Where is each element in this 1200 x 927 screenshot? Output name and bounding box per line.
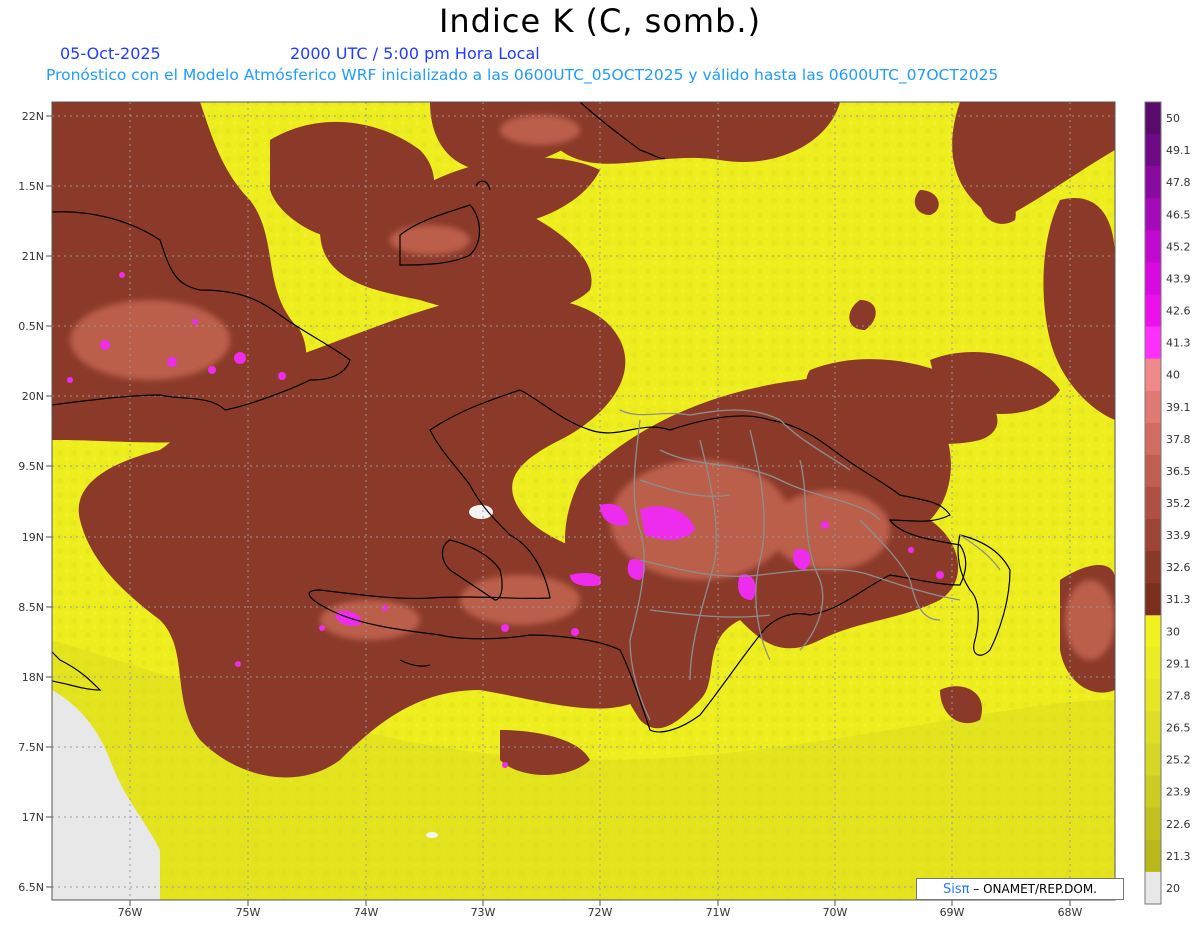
colorbar-label: 47.8 <box>1166 176 1191 189</box>
sispi-logo: Sisπ <box>943 882 970 897</box>
k-index-map: 22N 1.5N 21N 0.5N 20N 9.5N 19N 8.5N 18N 7.5N 17N 6.… <box>18 101 1191 919</box>
colorbar-label: 26.5 <box>1166 722 1191 735</box>
colorbar-label: 20 <box>1166 882 1180 895</box>
colorbar-swatch <box>1145 743 1161 777</box>
colorbar-swatch <box>1145 807 1161 841</box>
colorbar-swatch <box>1145 358 1161 392</box>
lon-label: 70W <box>823 906 848 919</box>
lat-label: 17N <box>22 811 44 824</box>
lon-label: 72W <box>588 906 613 919</box>
lon-label: 75W <box>236 906 261 919</box>
lat-label: 1.5N <box>18 180 44 193</box>
colorbar-label: 22.6 <box>1166 818 1191 831</box>
colorbar-swatch <box>1145 615 1161 648</box>
colorbar-swatch <box>1145 679 1161 713</box>
colorbar-label: 35.2 <box>1166 497 1191 510</box>
lat-label: 0.5N <box>18 320 44 333</box>
colorbar-swatch <box>1145 711 1161 745</box>
colorbar-label: 49.1 <box>1166 144 1191 157</box>
colorbar-label: 29.1 <box>1166 657 1191 670</box>
lat-label: 22N <box>22 110 44 123</box>
colorbar-label: 45.2 <box>1166 240 1191 253</box>
colorbar-label: 31.3 <box>1166 593 1191 606</box>
colorbar-swatch <box>1145 294 1161 328</box>
colorbar-swatch <box>1145 519 1161 552</box>
lat-label: 8.5N <box>18 601 44 614</box>
lon-label: 69W <box>940 906 965 919</box>
colorbar-swatch <box>1145 839 1161 873</box>
colorbar-swatch <box>1145 166 1161 199</box>
lon-label: 68W <box>1058 906 1083 919</box>
lat-label: 21N <box>22 250 44 263</box>
lon-label: 76W <box>118 906 143 919</box>
colorbar-label: 41.3 <box>1166 337 1191 350</box>
colorbar-swatch <box>1145 198 1161 231</box>
colorbar-label: 39.1 <box>1166 401 1191 414</box>
lat-label: 6.5N <box>18 881 44 894</box>
longitude-axis: 76W 75W 74W 73W 72W 71W 70W 69W 68W <box>118 900 1083 919</box>
credit-box: Sisπ – ONAMET/REP.DOM. <box>916 878 1124 900</box>
lat-label: 9.5N <box>18 460 44 473</box>
colorbar-swatch <box>1145 102 1161 135</box>
colorbar-label: 27.8 <box>1166 689 1191 702</box>
lon-label: 71W <box>706 906 731 919</box>
lake <box>469 505 493 519</box>
colorbar-label: 32.6 <box>1166 561 1191 574</box>
colorbar-label: 42.6 <box>1166 305 1191 318</box>
credit-text: – ONAMET/REP.DOM. <box>969 882 1097 896</box>
colorbar-swatch <box>1145 647 1161 680</box>
colorbar-swatch <box>1145 262 1161 295</box>
colorbar-label: 25.2 <box>1166 754 1191 767</box>
colorbar: 50 49.1 47.8 46.5 45.2 43.9 42.6 41.3 40 39.1 37.8… <box>1144 101 1191 905</box>
colorbar-swatch <box>1145 775 1161 809</box>
colorbar-swatch <box>1145 583 1161 616</box>
colorbar-label: 50 <box>1166 112 1180 125</box>
lat-label: 18N <box>22 671 44 684</box>
colorbar-swatch <box>1145 326 1161 360</box>
colorbar-label: 46.5 <box>1166 208 1191 221</box>
colorbar-swatch <box>1145 454 1161 488</box>
lon-label: 74W <box>354 906 379 919</box>
colorbar-swatch <box>1145 390 1161 424</box>
lat-label: 19N <box>22 531 44 544</box>
latitude-axis: 22N 1.5N 21N 0.5N 20N 9.5N 19N 8.5N 18N 7.5N 17N 6.… <box>18 110 52 894</box>
colorbar-swatch <box>1145 230 1161 263</box>
colorbar-swatch <box>1145 871 1161 905</box>
lat-label: 20N <box>22 390 44 403</box>
colorbar-label: 23.9 <box>1166 786 1191 799</box>
colorbar-label: 37.8 <box>1166 433 1191 446</box>
lat-label: 7.5N <box>18 741 44 754</box>
colorbar-label: 21.3 <box>1166 850 1191 863</box>
lon-label: 73W <box>471 906 496 919</box>
colorbar-label: 43.9 <box>1166 272 1191 285</box>
colorbar-swatch <box>1145 134 1161 167</box>
colorbar-label: 36.5 <box>1166 465 1191 478</box>
colorbar-swatch <box>1145 551 1161 584</box>
colorbar-swatch <box>1145 486 1161 520</box>
colorbar-swatch <box>1145 422 1161 456</box>
colorbar-label: 40 <box>1166 369 1180 382</box>
colorbar-label: 30 <box>1166 625 1180 638</box>
colorbar-label: 33.9 <box>1166 529 1191 542</box>
k-index-field <box>52 102 1115 900</box>
